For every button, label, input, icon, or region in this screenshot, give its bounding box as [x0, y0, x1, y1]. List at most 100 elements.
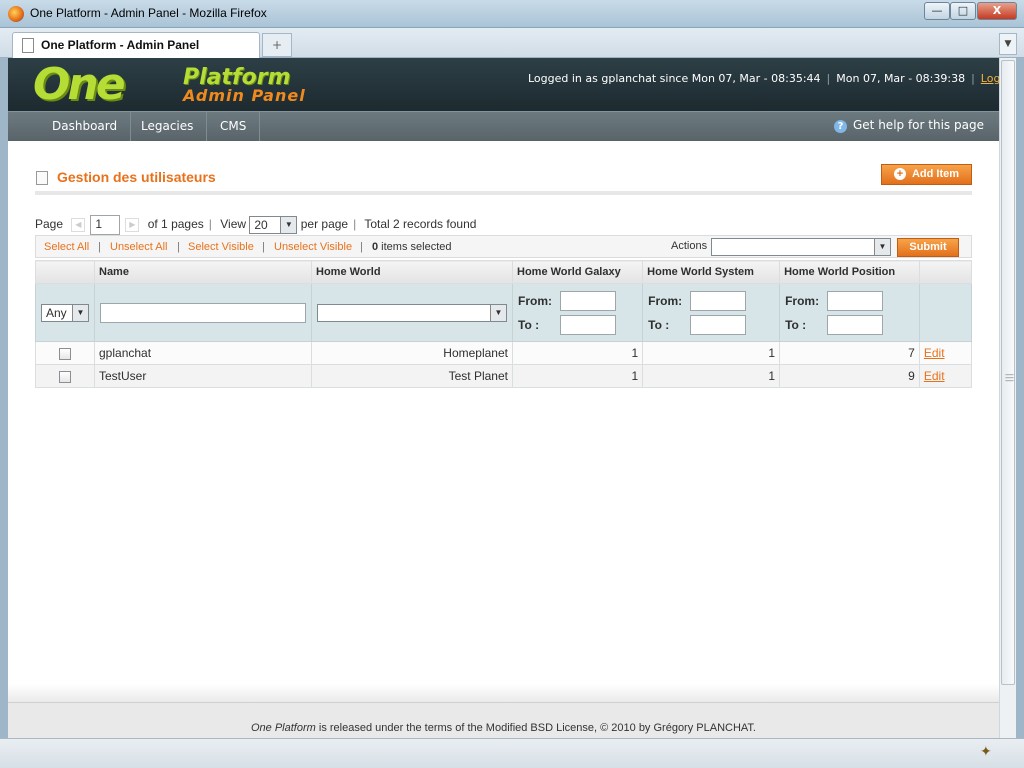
browser-tab[interactable]: One Platform - Admin Panel [12, 32, 260, 58]
cell-system: 1 [642, 364, 781, 388]
separator: | [208, 217, 212, 232]
maximize-button[interactable]: □ [950, 2, 976, 20]
logo[interactable]: One Platform Admin Panel [33, 63, 353, 109]
to-label: To : [518, 317, 540, 332]
system-from-input[interactable] [690, 291, 747, 312]
position-from-input[interactable] [827, 291, 884, 312]
column-header-system[interactable]: Home World System [642, 260, 781, 284]
nav-item-legacies[interactable]: Legacies [128, 112, 208, 141]
select-visible-link[interactable]: Select Visible [188, 241, 254, 253]
chevron-down-icon: ▼ [280, 217, 297, 233]
selected-count-label: items selected [378, 241, 452, 253]
new-tab-button[interactable]: + [262, 33, 292, 57]
pager: Page ◀ 1 ▶ of 1 pages | View 20 ▼ per page | … [35, 215, 476, 235]
edit-link[interactable]: Edit [924, 369, 945, 383]
page-icon [22, 38, 34, 53]
firebug-icon[interactable]: ✦ [980, 744, 992, 760]
select-all-link[interactable]: Select All [44, 241, 89, 253]
close-button[interactable]: X [977, 2, 1017, 20]
nav-item-cms[interactable]: CMS [207, 112, 261, 141]
tab-label: One Platform - Admin Panel [41, 38, 200, 52]
actions-label: Actions [671, 240, 708, 252]
users-grid: Name Home World Home World Galaxy Home W… [35, 260, 973, 388]
separator: | [98, 241, 101, 253]
page-input[interactable]: 1 [90, 215, 121, 235]
help-label: Get help for this page [853, 118, 984, 132]
filter-name-cell [94, 283, 312, 342]
home-world-filter-select[interactable]: ▼ [317, 303, 507, 322]
unselect-visible-link[interactable]: Unselect Visible [274, 241, 352, 253]
column-header-position[interactable]: Home World Position [779, 260, 920, 284]
table-row[interactable]: gplanchat Homeplanet 1 1 7 Edit [35, 341, 973, 365]
column-header-galaxy[interactable]: Home World Galaxy [511, 260, 644, 284]
window-titlebar: One Platform - Admin Panel - Mozilla Fir… [0, 0, 1024, 28]
separator: | [353, 217, 357, 232]
grip-icon: — — — [1005, 370, 1014, 386]
cell-position: 7 [779, 341, 920, 365]
table-row[interactable]: TestUser Test Planet 1 1 9 Edit [35, 364, 973, 388]
chevron-down-icon: ▼ [490, 304, 506, 321]
window-title: One Platform - Admin Panel - Mozilla Fir… [30, 6, 267, 20]
footer-text: One Platform is released under the terms… [8, 722, 999, 734]
any-filter-select[interactable]: Any ▼ [41, 303, 89, 322]
cell-position: 9 [779, 364, 920, 388]
next-page-icon[interactable]: ▶ [125, 218, 140, 232]
of-pages: of 1 pages [147, 217, 204, 232]
from-label: From: [648, 293, 683, 308]
to-label: To : [785, 317, 807, 332]
per-page-value: 20 [254, 218, 268, 232]
per-page-select[interactable]: 20 ▼ [249, 216, 298, 234]
scroll-thumb[interactable]: — — — [1001, 60, 1015, 685]
logout-link[interactable]: Log Out [981, 72, 999, 85]
add-item-label: Add Item [911, 168, 960, 180]
submit-button[interactable]: Submit [897, 238, 959, 257]
column-header-action [918, 260, 973, 284]
current-time: Mon 07, Mar - 08:39:38 [836, 72, 966, 85]
app-header: One Platform Admin Panel Logged in as gp… [8, 58, 999, 111]
row-checkbox-cell [35, 364, 95, 388]
minimize-button[interactable]: — [924, 2, 950, 20]
separator: | [177, 241, 180, 253]
chevron-down-icon: ▼ [72, 304, 88, 321]
from-label: From: [785, 293, 820, 308]
cell-home-world: Test Planet [311, 364, 513, 388]
row-checkbox[interactable] [59, 370, 71, 383]
system-to-input[interactable] [690, 315, 747, 336]
galaxy-to-input[interactable] [560, 315, 616, 336]
chevron-down-icon: ▼ [874, 239, 890, 255]
footer-brand: One Platform [251, 722, 316, 734]
add-item-button[interactable]: + Add Item [881, 164, 972, 185]
footer: One Platform is released under the terms… [8, 702, 999, 738]
cell-galaxy: 1 [511, 341, 644, 365]
help-link[interactable]: ? Get help for this page [834, 118, 984, 133]
cell-galaxy: 1 [511, 364, 644, 388]
column-header-home-world[interactable]: Home World [311, 260, 513, 284]
name-filter-input[interactable] [100, 302, 306, 323]
logo-one: One [33, 59, 126, 110]
edit-link[interactable]: Edit [924, 346, 945, 360]
filter-position-cell: From: To : [779, 283, 920, 342]
filter-galaxy-cell: From: To : [511, 283, 644, 342]
view-label: View [220, 217, 247, 232]
cell-home-world: Homeplanet [311, 341, 513, 365]
column-header-name[interactable]: Name [94, 260, 312, 284]
vertical-scrollbar[interactable]: — — — [999, 58, 1016, 738]
tab-list-button[interactable]: ▼ [999, 33, 1017, 55]
unselect-all-link[interactable]: Unselect All [110, 241, 167, 253]
galaxy-from-input[interactable] [560, 291, 616, 312]
nav-item-dashboard[interactable]: Dashboard [39, 112, 132, 141]
actions-select[interactable]: ▼ [711, 238, 891, 256]
separator: | [971, 72, 975, 85]
grid-filter-row: Any ▼ ▼ From: To : From: To : From: To : [35, 283, 973, 342]
footer-license: is released under the terms of the Modif… [315, 722, 756, 734]
position-to-input[interactable] [827, 315, 884, 336]
row-checkbox[interactable] [59, 347, 71, 360]
logo-admin-panel: Admin Panel [183, 86, 306, 105]
cell-action: Edit [918, 341, 973, 365]
from-label: From: [518, 293, 552, 308]
filter-system-cell: From: To : [642, 283, 781, 342]
title-divider [35, 191, 972, 195]
status-bar: ✦ [0, 738, 1024, 768]
filter-select-cell: Any ▼ [35, 283, 95, 342]
previous-page-icon[interactable]: ◀ [71, 218, 86, 232]
